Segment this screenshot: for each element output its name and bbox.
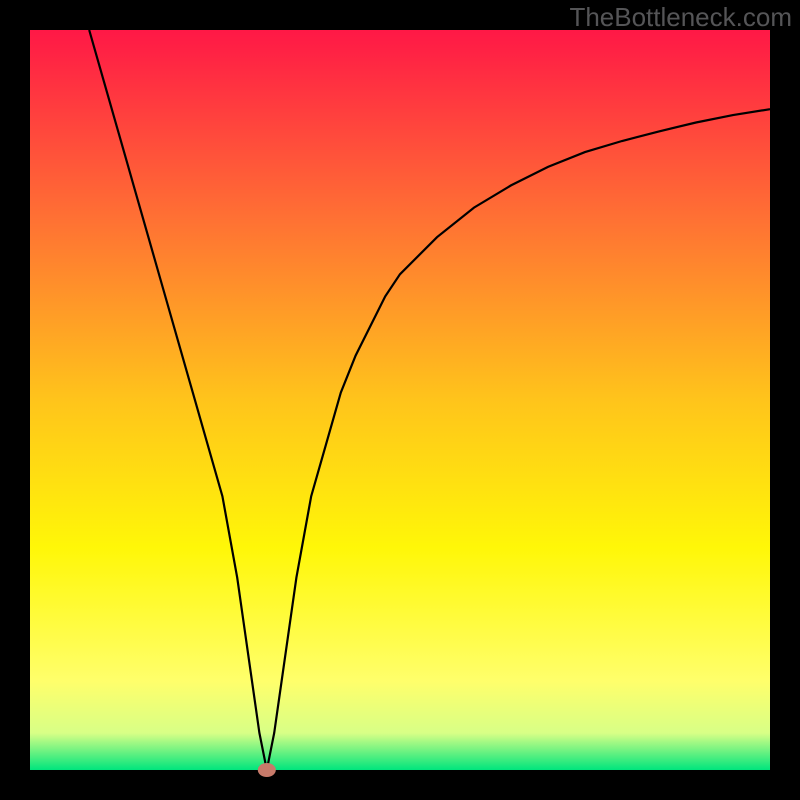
plot-area [30,30,770,770]
watermark-text: TheBottleneck.com [569,2,792,33]
bottleneck-chart: TheBottleneck.com [0,0,800,800]
minimum-marker [258,763,276,777]
chart-svg [0,0,800,800]
